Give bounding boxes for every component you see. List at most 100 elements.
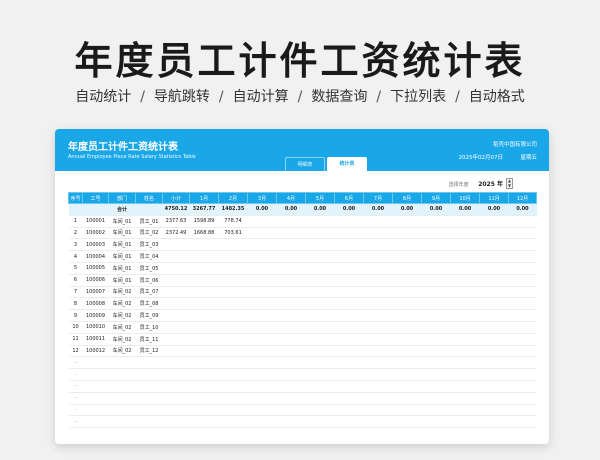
table-cell bbox=[421, 356, 451, 370]
table-cell: 员工_11 bbox=[135, 333, 163, 346]
table-cell bbox=[421, 345, 451, 358]
table-row[interactable]: - bbox=[68, 368, 537, 381]
table-cell bbox=[247, 415, 277, 429]
tab-stats[interactable]: 统计表 bbox=[327, 157, 367, 171]
table-cell bbox=[450, 238, 480, 252]
table-cell bbox=[363, 215, 393, 228]
table-row[interactable]: - bbox=[68, 404, 537, 417]
table-cell bbox=[162, 404, 190, 417]
table-cell bbox=[450, 404, 480, 417]
table-cell bbox=[363, 309, 393, 322]
table-cell: 员工_06 bbox=[135, 274, 163, 287]
table-cell bbox=[247, 356, 277, 370]
table-row[interactable]: 8 100008 车间_02 员工_08 bbox=[68, 297, 537, 311]
table-cell bbox=[276, 215, 306, 228]
table-cell bbox=[508, 415, 537, 429]
table-cell bbox=[479, 227, 509, 240]
table-cell bbox=[421, 333, 451, 346]
table-cell bbox=[479, 309, 509, 322]
table-cell bbox=[247, 274, 277, 287]
table-cell bbox=[189, 321, 219, 334]
table-cell: 100010 bbox=[82, 321, 109, 334]
table-cell bbox=[189, 238, 219, 252]
column-header: 6月 bbox=[334, 192, 364, 204]
table-cell bbox=[135, 368, 163, 381]
table-cell bbox=[108, 415, 136, 429]
table-cell bbox=[479, 321, 509, 334]
table-cell bbox=[218, 250, 248, 263]
table-cell: 车间_01 bbox=[108, 227, 136, 240]
salary-table: 序号 工号 部门 姓名 小计 1月 2月 3月 4月 5月 6月 7月 8月 9月 10月 11月 12月 合计… bbox=[68, 192, 537, 429]
table-cell bbox=[392, 250, 422, 263]
table-cell bbox=[508, 238, 537, 252]
table-cell bbox=[189, 286, 219, 299]
table-row[interactable]: 12 100012 车间_02 员工_12 bbox=[68, 345, 537, 358]
table-cell bbox=[305, 227, 335, 240]
table-cell bbox=[450, 321, 480, 334]
year-spinner[interactable]: ▲ ▼ bbox=[506, 178, 513, 189]
table-row[interactable]: 5 100005 车间_01 员工_05 bbox=[68, 262, 537, 275]
table-cell bbox=[421, 286, 451, 299]
table-cell bbox=[508, 345, 537, 358]
table-cell bbox=[334, 274, 364, 287]
table-cell bbox=[508, 368, 537, 381]
table-cell bbox=[82, 356, 109, 370]
table-row[interactable]: 2 100002 车间_01 员工_02 2372.49 1668.88 703.61 bbox=[68, 227, 537, 240]
table-row[interactable]: - bbox=[68, 392, 537, 405]
table-cell bbox=[276, 262, 306, 275]
tab-detail[interactable]: 明细表 bbox=[285, 157, 325, 171]
table-cell bbox=[247, 368, 277, 381]
table-cell bbox=[363, 274, 393, 287]
table-row[interactable]: 11 100011 车间_02 员工_11 bbox=[68, 333, 537, 346]
table-cell bbox=[363, 380, 393, 393]
table-cell bbox=[189, 274, 219, 287]
column-header: 姓名 bbox=[135, 192, 163, 204]
table-row[interactable]: 6 100006 车间_01 员工_06 bbox=[68, 274, 537, 287]
table-cell bbox=[363, 250, 393, 263]
table-cell bbox=[334, 333, 364, 346]
table-cell bbox=[305, 368, 335, 381]
table-cell bbox=[508, 274, 537, 287]
table-row[interactable]: - bbox=[68, 415, 537, 429]
table-cell: 100012 bbox=[82, 345, 109, 358]
table-cell bbox=[421, 262, 451, 275]
table-cell: 100005 bbox=[82, 262, 109, 275]
table-cell bbox=[334, 321, 364, 334]
table-row[interactable]: 1 100001 车间_01 员工_01 2377.63 1598.89 778.74 bbox=[68, 215, 537, 228]
table-cell: 员工_10 bbox=[135, 321, 163, 334]
table-cell bbox=[334, 309, 364, 322]
table-cell bbox=[108, 380, 136, 393]
table-cell: 100009 bbox=[82, 309, 109, 322]
table-cell bbox=[305, 356, 335, 370]
table-cell bbox=[276, 274, 306, 287]
table-cell: 员工_03 bbox=[135, 238, 163, 252]
table-row[interactable]: 3 100003 车间_01 员工_03 bbox=[68, 238, 537, 252]
table-row[interactable]: 7 100007 车间_02 员工_07 bbox=[68, 286, 537, 299]
table-cell bbox=[218, 238, 248, 252]
table-row[interactable]: - bbox=[68, 380, 537, 393]
feature-item: 数据查询 bbox=[311, 89, 368, 105]
table-cell bbox=[508, 262, 537, 275]
table-cell: - bbox=[68, 415, 83, 429]
table-row[interactable]: 10 100010 车间_02 员工_10 bbox=[68, 321, 537, 334]
table-cell bbox=[218, 356, 248, 370]
total-cell bbox=[135, 203, 163, 216]
year-value[interactable]: 2025 年 bbox=[478, 181, 503, 188]
table-cell bbox=[392, 345, 422, 358]
table-cell: - bbox=[68, 380, 83, 393]
table-cell bbox=[479, 368, 509, 381]
column-header: 4月 bbox=[276, 192, 306, 204]
table-cell bbox=[189, 333, 219, 346]
table-cell: 100003 bbox=[82, 238, 109, 252]
table-row[interactable]: - bbox=[68, 356, 537, 370]
table-cell bbox=[392, 392, 422, 405]
table-row[interactable]: 4 100004 车间_01 员工_04 bbox=[68, 250, 537, 263]
table-cell bbox=[508, 380, 537, 393]
spin-down-icon[interactable]: ▼ bbox=[507, 183, 512, 189]
column-header: 12月 bbox=[508, 192, 537, 204]
table-cell bbox=[218, 368, 248, 381]
feature-separator: / bbox=[218, 89, 224, 105]
table-row[interactable]: 9 100009 车间_02 员工_09 bbox=[68, 309, 537, 322]
total-cell: 0.00 bbox=[276, 203, 306, 216]
year-selector[interactable]: 选择年度 2025 年 bbox=[449, 179, 503, 188]
